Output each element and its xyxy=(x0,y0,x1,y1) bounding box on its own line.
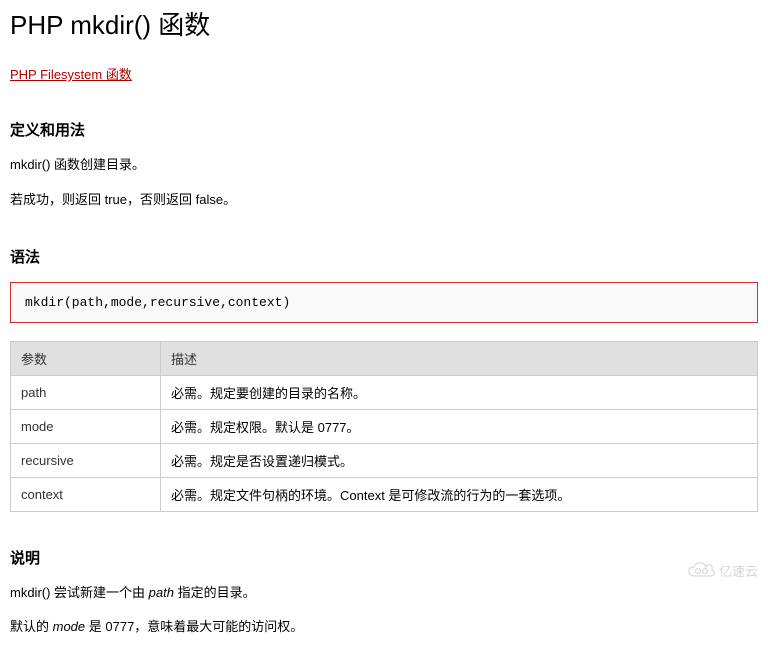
filesystem-link[interactable]: PHP Filesystem 函数 xyxy=(10,67,132,82)
desc-cell: 必需。规定权限。默认是 0777。 xyxy=(161,409,758,443)
table-row: path 必需。规定要创建的目录的名称。 xyxy=(11,375,758,409)
desc-cell: 必需。规定文件句柄的环境。Context 是可修改流的行为的一套选项。 xyxy=(161,477,758,511)
cloud-icon xyxy=(687,562,715,580)
page-title: PHP mkdir() 函数 xyxy=(10,5,758,42)
italic-path: path xyxy=(149,585,174,600)
definition-text-2: 若成功，则返回 true，否则返回 false。 xyxy=(10,190,758,211)
explain-text-2: 默认的 mode 是 0777，意味着最大可能的访问权。 xyxy=(10,617,758,638)
param-cell: context xyxy=(11,477,161,511)
table-header-param: 参数 xyxy=(11,341,161,375)
param-cell: path xyxy=(11,375,161,409)
italic-mode: mode xyxy=(53,619,86,634)
watermark: 亿速云 xyxy=(687,561,758,580)
param-cell: mode xyxy=(11,409,161,443)
table-row: mode 必需。规定权限。默认是 0777。 xyxy=(11,409,758,443)
table-header-row: 参数 描述 xyxy=(11,341,758,375)
params-table: 参数 描述 path 必需。规定要创建的目录的名称。 mode 必需。规定权限。… xyxy=(10,341,758,512)
explain-heading: 说明 xyxy=(10,547,758,568)
watermark-text: 亿速云 xyxy=(719,561,758,580)
explain-text-1: mkdir() 尝试新建一个由 path 指定的目录。 xyxy=(10,583,758,604)
desc-cell: 必需。规定是否设置递归模式。 xyxy=(161,443,758,477)
table-header-desc: 描述 xyxy=(161,341,758,375)
table-row: context 必需。规定文件句柄的环境。Context 是可修改流的行为的一套… xyxy=(11,477,758,511)
definition-text-1: mkdir() 函数创建目录。 xyxy=(10,155,758,176)
syntax-code-block: mkdir(path,mode,recursive,context) xyxy=(10,282,758,323)
desc-cell: 必需。规定要创建的目录的名称。 xyxy=(161,375,758,409)
syntax-heading: 语法 xyxy=(10,246,758,267)
param-cell: recursive xyxy=(11,443,161,477)
definition-heading: 定义和用法 xyxy=(10,119,758,140)
table-row: recursive 必需。规定是否设置递归模式。 xyxy=(11,443,758,477)
